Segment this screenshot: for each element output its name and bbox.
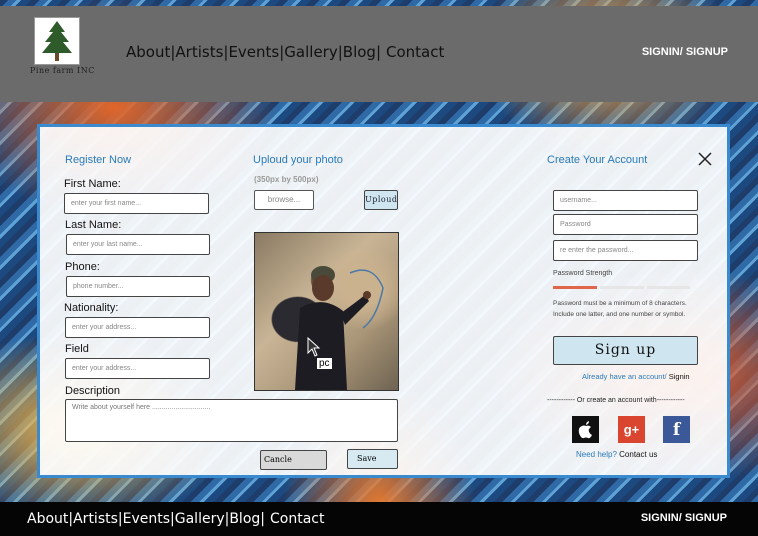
google-plus-icon[interactable]: g+ — [618, 416, 645, 443]
description-label: Description — [65, 385, 121, 397]
facebook-icon[interactable]: f — [663, 416, 690, 443]
nationality-field[interactable]: enter your address... — [65, 317, 210, 338]
nav-events[interactable]: Events| — [228, 43, 284, 61]
strength-bar-2 — [600, 286, 644, 289]
first-name-field[interactable]: enter your first name... — [64, 193, 209, 214]
cancel-button[interactable]: Cancle — [260, 450, 327, 470]
photo-size-hint: (350px by 500px) — [254, 175, 319, 184]
create-account-heading: Create Your Account — [547, 154, 648, 166]
strength-bar-1 — [553, 286, 597, 289]
contact-us-link[interactable]: Contact us — [619, 450, 657, 459]
upload-heading: Uploud your photo — [253, 154, 343, 166]
footer-nav: About| Artists| Events| Gallery| Blog| C… — [27, 511, 324, 527]
help-row: Need help? Contact us — [576, 450, 657, 459]
main-nav: About| Artists| Events| Gallery| Blog| C… — [126, 43, 444, 61]
footer-nav-gallery[interactable]: Gallery| — [175, 511, 230, 527]
password-strength-label: Password Strength — [553, 270, 613, 277]
site-footer: About| Artists| Events| Gallery| Blog| C… — [0, 502, 758, 536]
reenter-password-field[interactable]: re enter the password... — [553, 240, 698, 261]
footer-nav-blog[interactable]: Blog| — [229, 511, 265, 527]
signin-prompt: Already have an account/ Signin — [582, 372, 690, 381]
site-header: Pine farm INC About| Artists| Events| Ga… — [0, 6, 758, 102]
footer-nav-events[interactable]: Events| — [123, 511, 175, 527]
strength-bar-3 — [647, 286, 690, 289]
upload-button[interactable]: Uploud — [364, 190, 398, 210]
signin-link[interactable]: Signin — [669, 372, 690, 381]
field-input[interactable]: enter your address... — [65, 358, 210, 379]
cursor-icon — [307, 337, 321, 357]
last-name-field[interactable]: enter your last name... — [66, 234, 210, 255]
nationality-label: Nationality: — [64, 302, 119, 314]
phone-label: Phone: — [65, 261, 100, 273]
already-have-account-text: Already have an account/ — [582, 372, 667, 381]
social-divider: ------------ Or create an account with--… — [547, 397, 685, 404]
signin-signup-link[interactable]: SIGNIN/ SIGNUP — [642, 46, 728, 58]
register-heading: Register Now — [65, 154, 132, 166]
browse-button[interactable]: browse... — [254, 190, 314, 210]
nav-contact[interactable]: Contact — [386, 43, 444, 61]
close-icon[interactable] — [698, 152, 712, 166]
password-field[interactable]: Password — [553, 214, 698, 235]
username-field[interactable]: username... — [553, 190, 698, 211]
footer-nav-artists[interactable]: Artists| — [73, 511, 123, 527]
signup-button[interactable]: Sign up — [553, 336, 698, 365]
brand-name: Pine farm INC — [30, 66, 95, 75]
profile-photo: pc — [254, 232, 399, 391]
last-name-label: Last Name: — [65, 219, 122, 231]
logo[interactable] — [34, 17, 80, 65]
save-button[interactable]: Save — [347, 449, 398, 469]
first-name-label: First Name: — [64, 178, 121, 190]
pine-tree-icon — [42, 21, 72, 61]
photo-caption: pc — [317, 358, 332, 369]
footer-nav-contact[interactable]: Contact — [270, 511, 324, 527]
registration-modal: Register Now First Name: enter your firs… — [37, 124, 730, 478]
description-textarea[interactable]: Write about yourself here ..............… — [65, 399, 398, 442]
footer-nav-about[interactable]: About| — [27, 511, 73, 527]
password-rules: Password must be a minimum of 8 characte… — [553, 300, 687, 318]
nav-artists[interactable]: Artists| — [175, 43, 228, 61]
phone-field[interactable]: phone number... — [66, 276, 210, 297]
nav-about[interactable]: About| — [126, 43, 175, 61]
footer-signin-signup-link[interactable]: SIGNIN/ SIGNUP — [641, 512, 727, 524]
apple-icon[interactable] — [572, 416, 599, 443]
nav-gallery[interactable]: Gallery| — [284, 43, 342, 61]
field-label: Field — [65, 343, 89, 355]
need-help-text: Need help? — [576, 450, 617, 459]
nav-blog[interactable]: Blog| — [343, 43, 381, 61]
